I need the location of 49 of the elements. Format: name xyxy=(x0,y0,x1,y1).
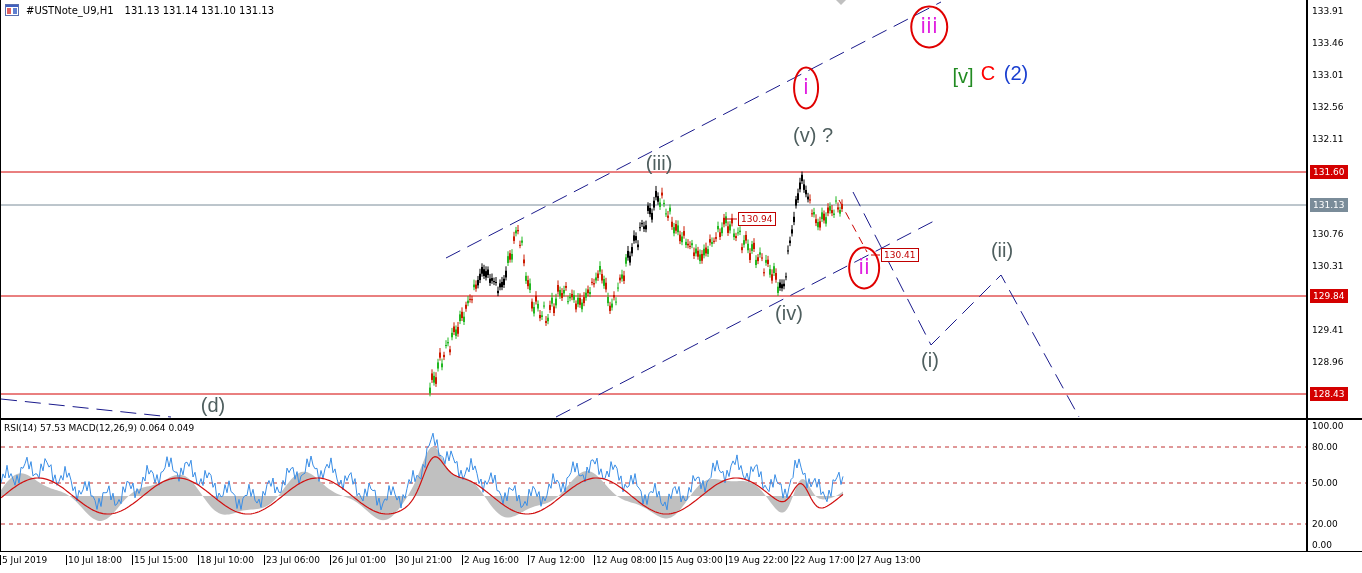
price-axis-label: 132.56 xyxy=(1312,101,1344,114)
price-axis-label: 133.01 xyxy=(1312,69,1344,82)
price-tag: 130.94 xyxy=(738,212,776,226)
price-level-tag: 131.13 xyxy=(1310,198,1348,212)
wave-label: C xyxy=(980,62,996,84)
price-level-tag: 129.84 xyxy=(1310,289,1348,303)
price-axis-label: 130.76 xyxy=(1312,228,1344,241)
wave-label: ii xyxy=(858,255,870,280)
indicator-axis-label: 50.00 xyxy=(1312,477,1338,490)
wave-label: iii xyxy=(920,14,938,39)
time-axis-label: 26 Jul 01:00 xyxy=(330,555,396,565)
time-axis-label: 2 Aug 16:00 xyxy=(462,555,528,565)
wave-label: (v) ? xyxy=(793,124,833,146)
time-axis-label: 30 Jul 21:00 xyxy=(396,555,462,565)
price-level-tag: 128.43 xyxy=(1310,387,1348,401)
time-axis-label: 19 Aug 22:00 xyxy=(726,555,792,565)
price-quote: 131.13 131.14 131.10 131.13 xyxy=(124,4,275,16)
wave-label: (i) xyxy=(921,349,939,371)
time-axis-label: 18 Jul 10:00 xyxy=(198,555,264,565)
time-axis-label: 22 Aug 17:00 xyxy=(792,555,858,565)
price-axis-label: 128.96 xyxy=(1312,356,1344,369)
wave-label: (iv) xyxy=(775,302,803,324)
price-level-tag: 131.60 xyxy=(1310,165,1348,179)
indicator-axis-label: 100.00 xyxy=(1312,420,1344,433)
wave-label: (d) xyxy=(200,394,226,416)
time-axis-label: 27 Aug 13:00 xyxy=(858,555,924,565)
indicator-axis-label: 20.00 xyxy=(1312,518,1338,531)
wave-label: (ii) xyxy=(990,239,1014,261)
time-axis-label: 23 Jul 06:00 xyxy=(264,555,330,565)
wave-label: (iii) xyxy=(645,152,673,174)
time-axis-label: 7 Aug 12:00 xyxy=(528,555,594,565)
price-axis-label: 133.46 xyxy=(1312,37,1344,50)
price-axis-label: 133.91 xyxy=(1312,5,1344,18)
indicator-axis-label: 0.00 xyxy=(1312,539,1333,552)
wave-label: i xyxy=(803,75,809,100)
time-axis-label: 15 Aug 03:00 xyxy=(660,555,726,565)
time-axis-label: 12 Aug 08:00 xyxy=(594,555,660,565)
price-tag: 130.41 xyxy=(881,248,919,262)
time-axis-label: 5 Jul 2019 xyxy=(0,555,66,565)
time-axis-label: 15 Jul 15:00 xyxy=(132,555,198,565)
chart-title: #USTNote_U9,H1 xyxy=(26,4,114,16)
indicator-legend: RSI(14) 57.53 MACD(12,26,9) 0.064 0.049 xyxy=(4,423,195,433)
price-axis-label: 130.31 xyxy=(1312,260,1344,273)
wave-label: (2) xyxy=(1003,62,1029,84)
wave-label: [v] xyxy=(952,65,974,87)
time-axis-label: 10 Jul 18:00 xyxy=(66,555,132,565)
price-axis-label: 132.11 xyxy=(1312,133,1344,146)
price-axis-label: 129.41 xyxy=(1312,324,1344,337)
indicator-axis-label: 80.00 xyxy=(1312,441,1338,454)
